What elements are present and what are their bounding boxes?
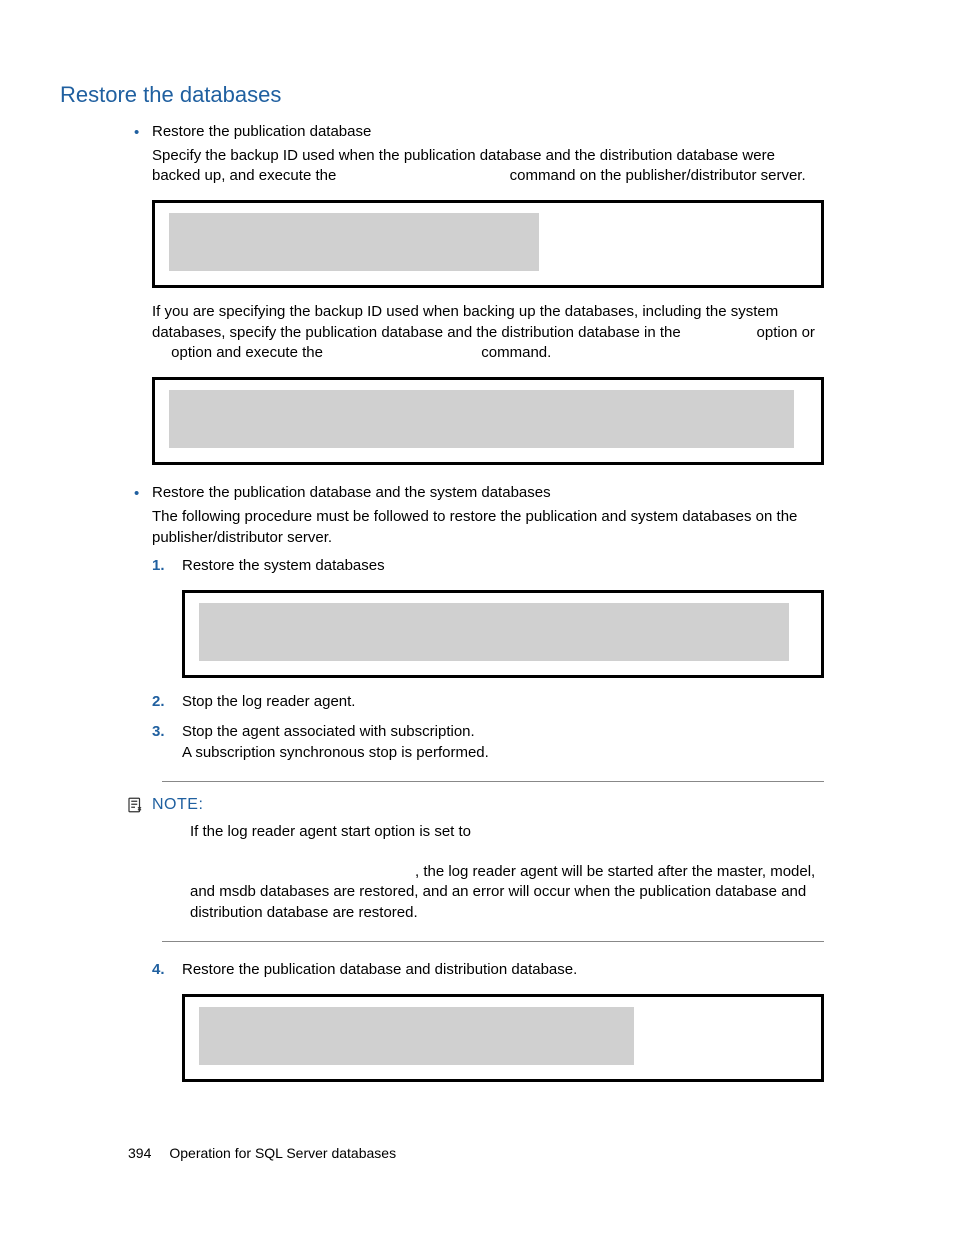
numbered-list: 2. Stop the log reader agent. 3. Stop th…	[60, 692, 824, 763]
step-4: 4. Restore the publication database and …	[182, 960, 824, 980]
note-header: NOTE:	[126, 794, 818, 816]
code-placeholder	[199, 1007, 634, 1065]
code-box	[182, 590, 824, 678]
step-2: 2. Stop the log reader agent.	[182, 692, 824, 712]
code-box	[152, 377, 824, 465]
paragraph: The following procedure must be followed…	[152, 507, 824, 548]
bullet-item-restore-pub-db: Restore the publication database Specify…	[152, 122, 824, 187]
text-fragment: command.	[477, 344, 551, 361]
step-subtext: A subscription synchronous stop is perfo…	[182, 743, 824, 763]
step-number: 2.	[152, 692, 165, 712]
step-number: 4.	[152, 960, 165, 980]
step-number: 3.	[152, 722, 165, 742]
step-text: Restore the publication database and dis…	[182, 961, 577, 978]
step-number: 1.	[152, 556, 165, 576]
note-body: If the log reader agent start option is …	[168, 822, 818, 923]
text-fragment: command on the publisher/distributor ser…	[505, 167, 805, 184]
bullet-list: Restore the publication database and the…	[60, 483, 824, 548]
step-text: Stop the log reader agent.	[182, 693, 355, 710]
page-footer: 394 Operation for SQL Server databases	[128, 1144, 396, 1163]
numbered-list: 4. Restore the publication database and …	[60, 960, 824, 980]
text-fragment: If the log reader agent start option is …	[190, 823, 471, 840]
text-fragment: If you are specifying the backup ID used…	[152, 303, 778, 340]
footer-title: Operation for SQL Server databases	[169, 1144, 396, 1163]
text-fragment: , the log reader agent will be started a…	[190, 863, 815, 921]
code-box	[182, 994, 824, 1082]
code-placeholder	[199, 603, 789, 661]
section-heading: Restore the databases	[60, 80, 824, 110]
page-number: 394	[128, 1144, 151, 1163]
bullet-list: Restore the publication database Specify…	[60, 122, 824, 187]
bullet-title: Restore the publication database and the…	[152, 484, 551, 501]
bullet-item-restore-pub-sys-db: Restore the publication database and the…	[152, 483, 824, 548]
text-fragment: option and execute the	[167, 344, 327, 361]
document-page: Restore the databases Restore the public…	[0, 0, 954, 1136]
step-1: 1. Restore the system databases	[182, 556, 824, 576]
note-icon	[126, 796, 144, 814]
note-label: NOTE:	[152, 794, 203, 816]
code-placeholder	[169, 390, 794, 448]
step-3: 3. Stop the agent associated with subscr…	[182, 722, 824, 763]
paragraph: If you are specifying the backup ID used…	[60, 302, 824, 363]
step-text: Stop the agent associated with subscript…	[182, 723, 475, 740]
code-placeholder	[169, 213, 539, 271]
numbered-list: 1. Restore the system databases	[60, 556, 824, 576]
code-box	[152, 200, 824, 288]
paragraph: Specify the backup ID used when the publ…	[152, 146, 824, 187]
note-block: NOTE: If the log reader agent start opti…	[162, 781, 824, 942]
bullet-title: Restore the publication database	[152, 123, 371, 140]
step-text: Restore the system databases	[182, 557, 385, 574]
text-fragment: option or	[752, 324, 815, 341]
